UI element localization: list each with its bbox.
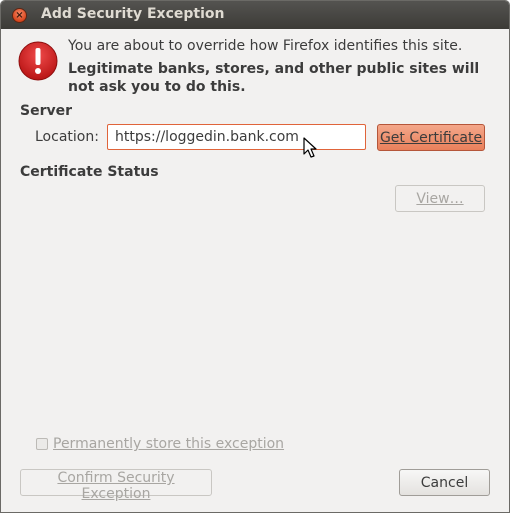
get-certificate-button[interactable]: Get Certificate xyxy=(377,124,485,151)
location-label: Location: xyxy=(35,129,99,145)
close-icon[interactable]: × xyxy=(12,8,27,23)
server-heading: Server xyxy=(20,103,73,119)
location-input[interactable] xyxy=(107,124,366,150)
warning-icon xyxy=(18,41,58,81)
view-button[interactable]: View… xyxy=(395,185,485,212)
permanent-store-checkbox[interactable] xyxy=(36,438,48,450)
permanent-store-label: Permanently store this exception xyxy=(53,436,285,452)
mouse-pointer-icon xyxy=(303,137,317,158)
certificate-status-heading: Certificate Status xyxy=(20,164,159,180)
warning-message: You are about to override how Firefox id… xyxy=(68,38,463,54)
cancel-button[interactable]: Cancel xyxy=(399,469,490,496)
warning-message-bold: Legitimate banks, stores, and other publ… xyxy=(68,61,480,95)
window-title: Add Security Exception xyxy=(41,6,225,22)
security-exception-dialog: × Add Security Exception You are about t… xyxy=(0,0,510,513)
confirm-exception-button[interactable]: Confirm Security Exception xyxy=(20,469,212,502)
title-bar: × Add Security Exception xyxy=(1,1,509,29)
